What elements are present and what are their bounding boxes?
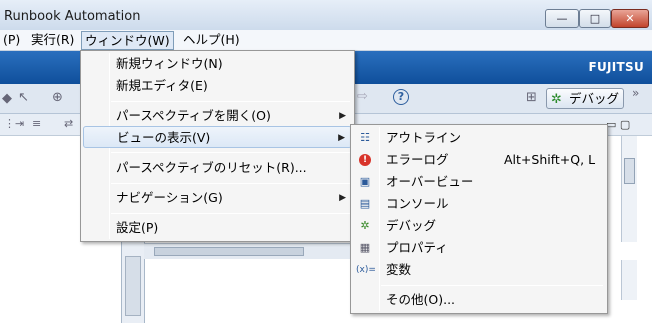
menu-item-variables[interactable]: (x)= 変数 [353,259,605,281]
menu-item-outline[interactable]: ☷ アウトライン [353,127,605,149]
view-tool-icon[interactable]: ⋮⇥ [4,117,24,130]
horizontal-scrollbar[interactable] [144,243,354,259]
open-perspective-icon[interactable]: ⊞ [526,90,537,105]
outline-icon: ☷ [360,131,370,144]
menu-separator [111,152,350,153]
menu-project[interactable]: (P) [0,31,23,50]
error-log-icon: ! [359,154,371,166]
forward-icon[interactable]: ⇨ [357,89,368,104]
menu-help[interactable]: ヘルプ(H) [180,31,243,50]
menu-item-properties[interactable]: ▦ プロパティ [353,237,605,259]
menu-separator [111,101,350,102]
collapse-icon[interactable]: ≡ [32,117,41,130]
menu-item-error-log[interactable]: ! エラーログ Alt+Shift+Q, L [353,149,605,171]
show-view-submenu: ☷ アウトライン ! エラーログ Alt+Shift+Q, L ▣ オーバービュ… [350,124,608,314]
properties-icon: ▦ [359,241,371,254]
error-log-shortcut: Alt+Shift+Q, L [504,152,596,167]
menu-run[interactable]: 実行(R) [28,31,77,50]
cursor-icon[interactable]: ↖ [18,90,29,105]
submenu-arrow-icon: ▶ [338,133,345,143]
step-icon[interactable]: ◆ [2,91,12,106]
maximize-button[interactable]: □ [579,9,611,28]
submenu-arrow-icon: ▶ [339,193,346,203]
menu-item-console[interactable]: ▤ コンソール [353,193,605,215]
overview-icon: ▣ [359,175,371,188]
close-icon: ✕ [625,12,635,25]
middle-scrollbar[interactable] [125,256,141,316]
menu-item-other[interactable]: その他(O)... [353,289,605,311]
menu-window[interactable]: ウィンドウ(W) [81,31,174,50]
vertical-scrollbar-lower[interactable] [621,260,637,300]
close-button[interactable]: ✕ [611,9,649,28]
window-title: Runbook Automation [4,9,141,24]
maximize-icon: □ [589,12,601,25]
menu-item-navigation[interactable]: ナビゲーション(G) ▶ [83,187,352,209]
window-menu: 新規ウィンドウ(N) 新規エディタ(E) パースペクティブを開く(O) ▶ ビュー… [80,50,355,242]
menu-item-new-editor[interactable]: 新規エディタ(E) [83,75,352,97]
debug-icon: ✲ [551,92,562,107]
vertical-scrollbar[interactable] [621,136,637,242]
menu-item-show-view[interactable]: ビューの表示(V) ▶ [83,126,352,148]
menu-separator [111,213,350,214]
minimize-icon: — [556,12,568,25]
fujitsu-logo: FUJITSU [588,60,644,74]
scroll-thumb[interactable] [624,158,635,184]
more-perspectives-icon[interactable]: » [632,86,639,100]
title-bar: Runbook Automation — □ ✕ [0,0,652,30]
variables-icon: (x)= [356,265,376,275]
submenu-arrow-icon: ▶ [339,111,346,121]
link-icon[interactable]: ⇄ [64,117,73,130]
view-controls-icon[interactable]: ▭ ▢ [606,118,630,131]
debug-perspective-label: デバッグ [569,91,620,106]
console-icon: ▤ [359,197,371,210]
menu-item-preferences[interactable]: 設定(P) [83,217,352,239]
debug-perspective-button[interactable]: ✲ デバッグ [546,88,624,109]
scroll-thumb[interactable] [154,247,304,256]
help-icon[interactable]: ? [393,89,409,105]
menu-item-open-perspective[interactable]: パースペクティブを開く(O) ▶ [83,105,352,127]
menu-item-new-window[interactable]: 新規ウィンドウ(N) [83,53,352,75]
minimize-button[interactable]: — [545,9,579,28]
menu-item-overview[interactable]: ▣ オーバービュー [353,171,605,193]
menu-item-debug[interactable]: ✲ デバッグ [353,215,605,237]
menu-separator [381,285,603,286]
menu-separator [111,183,350,184]
zoom-in-icon[interactable]: ⊕ [52,90,63,105]
debug-icon: ✲ [360,219,370,232]
menu-bar: (P) 実行(R) ウィンドウ(W) ヘルプ(H) [0,30,652,51]
menu-item-reset-perspective[interactable]: パースペクティブのリセット(R)... [83,157,352,179]
